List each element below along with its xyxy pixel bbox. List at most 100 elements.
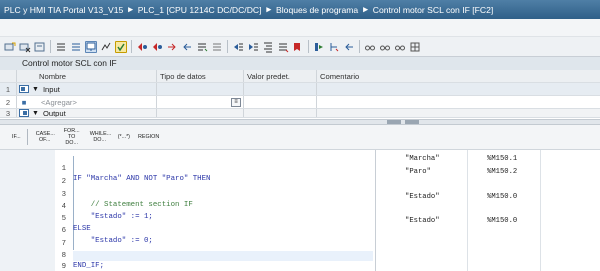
row-type-cell[interactable]	[157, 83, 244, 95]
breadcrumb-folder[interactable]: Bloques de programa	[276, 5, 358, 15]
compare-icon[interactable]	[136, 41, 148, 53]
glasses-icon[interactable]	[364, 41, 376, 53]
reference-tag: "Marcha"	[405, 155, 440, 163]
collapse-triangle-icon[interactable]: ▼	[32, 109, 39, 117]
code-text[interactable]: "Estado" := 1;	[73, 212, 153, 222]
scl-instructions-bar: IF... CASE... OF... FOR... TO DO... WHIL…	[0, 125, 600, 150]
compare-icon[interactable]	[151, 41, 163, 53]
bookmark-icon[interactable]	[196, 41, 208, 53]
code-line[interactable]: 2	[55, 167, 82, 186]
instruction-while[interactable]: WHILE... DO...	[88, 130, 112, 144]
row-type-cell[interactable]: ≡	[157, 96, 244, 108]
interface-row-add[interactable]: 2 ■ <Agregar> ≡	[0, 96, 600, 109]
editor-gutter	[0, 150, 55, 271]
reference-divider	[375, 150, 376, 271]
monitor-icon[interactable]	[85, 40, 97, 53]
block-interface-title: Control motor SCL con IF	[0, 57, 600, 70]
collapse-triangle-icon[interactable]: ▼	[32, 83, 39, 96]
row-number: 3	[0, 109, 17, 117]
instruction-region[interactable]: REGION	[136, 133, 161, 141]
list-icon[interactable]	[70, 41, 82, 53]
row-number: 1	[0, 83, 17, 95]
toolbar-separator	[26, 129, 28, 145]
toolbar-separator	[308, 40, 309, 53]
code-text[interactable]: // Statement section IF	[73, 200, 193, 210]
jump-icon[interactable]	[166, 41, 178, 53]
row-comment-cell[interactable]	[317, 109, 600, 117]
row-number: 2	[0, 96, 17, 108]
splitter-down-handle-icon[interactable]	[405, 120, 419, 124]
uncomment-icon[interactable]	[328, 41, 340, 53]
column-header-name[interactable]: Nombre	[17, 70, 157, 82]
insert-network-icon[interactable]	[4, 41, 16, 53]
jump-icon[interactable]	[181, 41, 193, 53]
comment-icon[interactable]	[313, 41, 325, 53]
interface-header-row: Nombre Tipo de datos Valor predet. Comen…	[0, 70, 600, 83]
instruction-if[interactable]: IF...	[10, 133, 23, 141]
indent-icon[interactable]	[232, 41, 244, 53]
code-line[interactable]: 4 "Estado" := 1;	[55, 192, 153, 221]
row-default-cell[interactable]	[244, 109, 317, 117]
bullet-icon: ■	[21, 97, 27, 107]
breadcrumb-device[interactable]: PLC_1 [CPU 1214C DC/DC/DC]	[138, 5, 262, 15]
block-interface-table: Nombre Tipo de datos Valor predet. Comen…	[0, 70, 600, 118]
reference-tag: "Paro"	[405, 168, 431, 176]
reference-column-separator	[540, 150, 541, 271]
code-line[interactable]: 5 ELSE	[55, 204, 91, 233]
toggle-icon[interactable]	[211, 41, 223, 53]
scl-code-editor[interactable]: 1 IF "Marcha" AND NOT "Paro" THEN 2 3 //…	[0, 150, 600, 271]
code-text[interactable]: IF "Marcha" AND NOT "Paro" THEN	[73, 174, 211, 184]
code-line[interactable]: 6 "Estado" := 0;	[55, 216, 153, 245]
row-default-cell[interactable]	[244, 96, 317, 108]
delete-icon[interactable]	[19, 41, 31, 53]
code-text[interactable]: "Estado" := 0;	[73, 236, 153, 246]
glasses-icon[interactable]	[394, 41, 406, 53]
row-comment-cell[interactable]	[317, 83, 600, 95]
row-comment-cell[interactable]	[317, 96, 600, 108]
column-header-comment[interactable]: Comentario	[317, 70, 600, 82]
bookmark-icon[interactable]	[292, 41, 304, 53]
align-icon[interactable]	[262, 41, 274, 53]
watch-icon[interactable]	[100, 41, 112, 53]
row-type-cell[interactable]	[157, 109, 244, 117]
instruction-for[interactable]: FOR... TO DO...	[60, 127, 84, 147]
code-line[interactable]: 7	[55, 229, 82, 248]
toolbar-separator	[359, 40, 360, 53]
toolbar-separator	[131, 40, 132, 53]
reference-tag: "Estado"	[405, 193, 440, 201]
instruction-case[interactable]: CASE... OF...	[34, 130, 56, 144]
indent-icon[interactable]	[247, 41, 259, 53]
instruction-comment[interactable]: (*...*)	[116, 133, 132, 141]
line-number: 9	[61, 263, 66, 271]
go-online-icon[interactable]	[115, 40, 127, 53]
column-header-default[interactable]: Valor predet.	[244, 70, 317, 82]
list-icon[interactable]	[55, 41, 67, 53]
interface-row-input[interactable]: 1 ▼ Input	[0, 83, 600, 96]
datatype-picker-icon[interactable]: ≡	[231, 98, 241, 107]
code-line[interactable]: 9	[55, 252, 82, 271]
grid-icon[interactable]	[409, 41, 421, 53]
row-default-cell[interactable]	[244, 83, 317, 95]
breadcrumb-separator-icon: ▸	[266, 4, 272, 14]
block-config-icon[interactable]	[34, 41, 46, 53]
code-line[interactable]: 1 IF "Marcha" AND NOT "Paro" THEN	[55, 154, 211, 183]
breadcrumb: PLC y HMI TIA Portal V13_V15 ▸ PLC_1 [CP…	[0, 0, 600, 19]
current-line-highlight	[73, 251, 373, 261]
code-line[interactable]: 3 // Statement section IF	[55, 180, 193, 209]
code-area[interactable]: 1 IF "Marcha" AND NOT "Paro" THEN 2 3 //…	[55, 150, 375, 271]
breadcrumb-separator-icon: ▸	[128, 4, 133, 14]
row-name-cell: ▼ Input	[17, 83, 157, 95]
interface-row-output[interactable]: 3 ▼ Output	[0, 109, 600, 118]
interface-section-icon	[19, 85, 29, 93]
add-placeholder[interactable]: <Agregar>	[29, 96, 77, 109]
splitter-up-handle-icon[interactable]	[387, 120, 401, 124]
breadcrumb-block[interactable]: Control motor SCL con IF [FC2]	[373, 5, 494, 15]
glasses-icon[interactable]	[379, 41, 391, 53]
jump-icon[interactable]	[343, 41, 355, 53]
outdent-icon[interactable]	[277, 41, 289, 53]
add-variable-cell[interactable]: ■ <Agregar>	[17, 96, 157, 108]
breadcrumb-project[interactable]: PLC y HMI TIA Portal V13_V15	[4, 5, 123, 15]
column-header-type[interactable]: Tipo de datos	[157, 70, 244, 82]
reference-address: %M150.2	[487, 168, 518, 176]
code-line[interactable]: 8 END_IF;	[55, 241, 104, 270]
